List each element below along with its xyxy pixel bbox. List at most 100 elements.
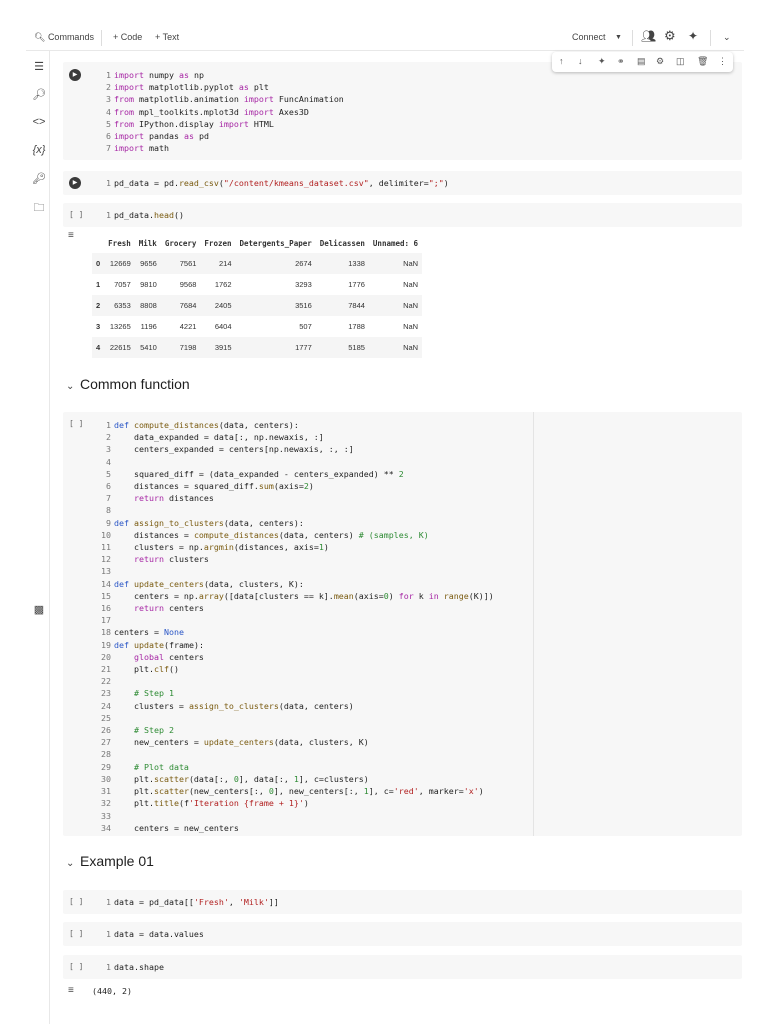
code-cell-select-columns[interactable]: [ ] 1 data = pd_data[['Fresh', 'Milk']] xyxy=(63,890,742,914)
connect-dropdown-icon[interactable]: ▼ xyxy=(615,34,622,41)
line-number: 34 xyxy=(101,822,111,833)
line-number: 19 xyxy=(101,639,111,650)
gemini-sparkle-icon[interactable]: ✦ xyxy=(688,29,698,43)
execution-count[interactable]: [ ] xyxy=(69,419,83,428)
files-folder-icon[interactable]: 🗀︎ xyxy=(32,199,46,218)
execution-count[interactable]: [ ] xyxy=(69,210,83,219)
table-cell: 1196 xyxy=(140,322,157,331)
code-snippets-icon[interactable]: <> xyxy=(32,116,46,128)
code-cell-imports[interactable]: ▶ 1 import numpy as np 2 import matplotlib.… xyxy=(63,62,742,160)
line-number: 23 xyxy=(101,688,111,699)
code-editor[interactable]: 1 data = data.values xyxy=(101,928,204,940)
settings-gear-icon[interactable]: ⚙ xyxy=(664,28,676,44)
execution-count[interactable]: [ ] xyxy=(69,929,83,938)
terminal-icon[interactable]: ▩ xyxy=(32,603,46,616)
run-cell-button[interactable]: ▶ xyxy=(69,69,81,81)
code-line: 19 def update(frame): xyxy=(101,639,204,650)
code-cell-values[interactable]: [ ] 1 data = data.values xyxy=(63,922,742,946)
code-line: 20 global centers xyxy=(101,651,204,662)
code-editor[interactable]: 1 data = pd_data[['Fresh', 'Milk']] xyxy=(101,896,279,908)
code-editor[interactable]: 1 import numpy as np 2 import matplotlib.py… xyxy=(101,69,344,154)
code-editor[interactable]: 1 def compute_distances(data, centers): 2 … xyxy=(101,419,494,834)
code-line: 12 return clusters xyxy=(101,554,209,565)
code-line: 3 centers_expanded = centers[np.newaxis,… xyxy=(101,443,494,455)
table-cell: 5410 xyxy=(140,343,157,352)
divider xyxy=(632,30,633,46)
line-number: 3 xyxy=(106,94,111,105)
table-cell: NaN xyxy=(403,280,419,289)
commands-button[interactable]: 🔍︎ Commands xyxy=(34,32,94,43)
table-cell: 8808 xyxy=(140,301,157,310)
row-index: 0 xyxy=(96,259,101,268)
line-number: 1 xyxy=(106,962,111,972)
code-line: 29 # Plot data xyxy=(101,761,189,772)
table-cell: 6404 xyxy=(214,322,232,331)
link-icon[interactable]: ⚭ xyxy=(617,56,625,67)
line-number: 28 xyxy=(101,749,111,760)
line-number: 1 xyxy=(106,210,111,220)
row-index: 4 xyxy=(96,343,101,352)
line-number: 1 xyxy=(106,897,111,907)
collapse-chevron-icon[interactable]: ⌄ xyxy=(66,858,80,869)
more-options-icon[interactable]: ⋮ xyxy=(718,56,727,67)
find-icon[interactable]: 🔎︎ xyxy=(32,88,46,101)
add-text-button[interactable]: + Text xyxy=(155,32,179,42)
table-of-contents-icon[interactable]: ☰ xyxy=(32,60,46,73)
comment-icon[interactable]: ▤ xyxy=(637,56,646,67)
code-line: 1 pd_data.head() xyxy=(101,209,184,221)
run-cell-button[interactable]: ▶ xyxy=(69,177,81,189)
execution-count[interactable]: [ ] xyxy=(69,962,83,971)
line-number: 2 xyxy=(106,432,111,443)
line-number: 6 xyxy=(106,131,111,142)
table-cell: 1776 xyxy=(348,280,365,289)
line-number: 10 xyxy=(101,529,111,540)
line-number: 1 xyxy=(106,178,111,188)
line-number: 30 xyxy=(101,773,111,784)
line-number: 7 xyxy=(106,143,111,154)
code-line: 23 # Step 1 xyxy=(101,688,174,699)
output-toggle-icon[interactable]: ≡ xyxy=(68,985,74,996)
output-toggle-icon[interactable]: ≡ xyxy=(68,230,74,241)
code-cell-head[interactable]: [ ] 1 pd_data.head() xyxy=(63,203,742,227)
code-editor[interactable]: 1 data.shape xyxy=(101,961,164,973)
gemini-sparkle-icon[interactable]: ✦ xyxy=(598,56,606,67)
variables-icon[interactable]: {x} xyxy=(32,144,46,156)
table-cell: 1777 xyxy=(295,343,312,352)
code-line: 1 data = pd_data[['Fresh', 'Milk']] xyxy=(101,896,279,908)
line-number: 29 xyxy=(101,761,111,772)
line-number: 11 xyxy=(101,542,111,553)
row-index: 2 xyxy=(96,301,101,310)
code-cell-read-csv[interactable]: ▶ 1 pd_data = pd.read_csv("/content/kmean… xyxy=(63,171,742,195)
table-cell: 214 xyxy=(219,259,232,268)
code-line: 30 plt.scatter(data[:, 0], data[:, 1], c… xyxy=(101,773,369,784)
code-line: 8 xyxy=(101,504,494,516)
collapse-chevron-icon[interactable]: ⌄ xyxy=(723,32,731,43)
add-code-button[interactable]: + Code xyxy=(113,32,142,42)
collapse-chevron-icon[interactable]: ⌄ xyxy=(66,381,80,392)
line-number: 3 xyxy=(106,444,111,455)
secrets-key-icon[interactable]: 🔑︎ xyxy=(32,172,46,185)
connect-button[interactable]: Connect xyxy=(572,32,606,42)
table-cell: NaN xyxy=(403,259,419,268)
cell-settings-gear-icon[interactable]: ⚙ xyxy=(656,56,664,67)
execution-count[interactable]: [ ] xyxy=(69,897,83,906)
code-cell-shape[interactable]: [ ] 1 data.shape xyxy=(63,955,742,979)
line-number: 5 xyxy=(106,118,111,129)
section-title: Example 01 xyxy=(80,853,154,869)
code-line: 6 distances = squared_diff.sum(axis=2) xyxy=(101,480,494,492)
section-heading-example-01[interactable]: ⌄ Example 01 xyxy=(66,853,154,869)
move-up-icon[interactable]: ↑ xyxy=(559,56,564,66)
top-toolbar: 🔍︎ Commands + Code + Text Connect ▼ 👥︎ ⚙… xyxy=(0,26,768,50)
delete-trash-icon[interactable]: 🗑︎ xyxy=(697,56,708,67)
share-people-icon[interactable]: 👥︎ xyxy=(641,29,656,43)
table-cell: 9568 xyxy=(179,280,197,289)
code-cell-functions[interactable]: [ ] 1 def compute_distances(data, centers… xyxy=(63,412,742,836)
move-down-icon[interactable]: ↓ xyxy=(578,56,583,66)
code-editor[interactable]: 1 pd_data = pd.read_csv("/content/kmeans_… xyxy=(101,177,449,189)
mirror-cell-icon[interactable]: ◫ xyxy=(676,56,685,67)
code-line: 1 import numpy as np xyxy=(101,69,344,81)
section-heading-common-function[interactable]: ⌄ Common function xyxy=(66,376,190,392)
column-header: Delicassen xyxy=(319,239,365,248)
divider xyxy=(101,30,102,46)
code-editor[interactable]: 1 pd_data.head() xyxy=(101,209,184,221)
